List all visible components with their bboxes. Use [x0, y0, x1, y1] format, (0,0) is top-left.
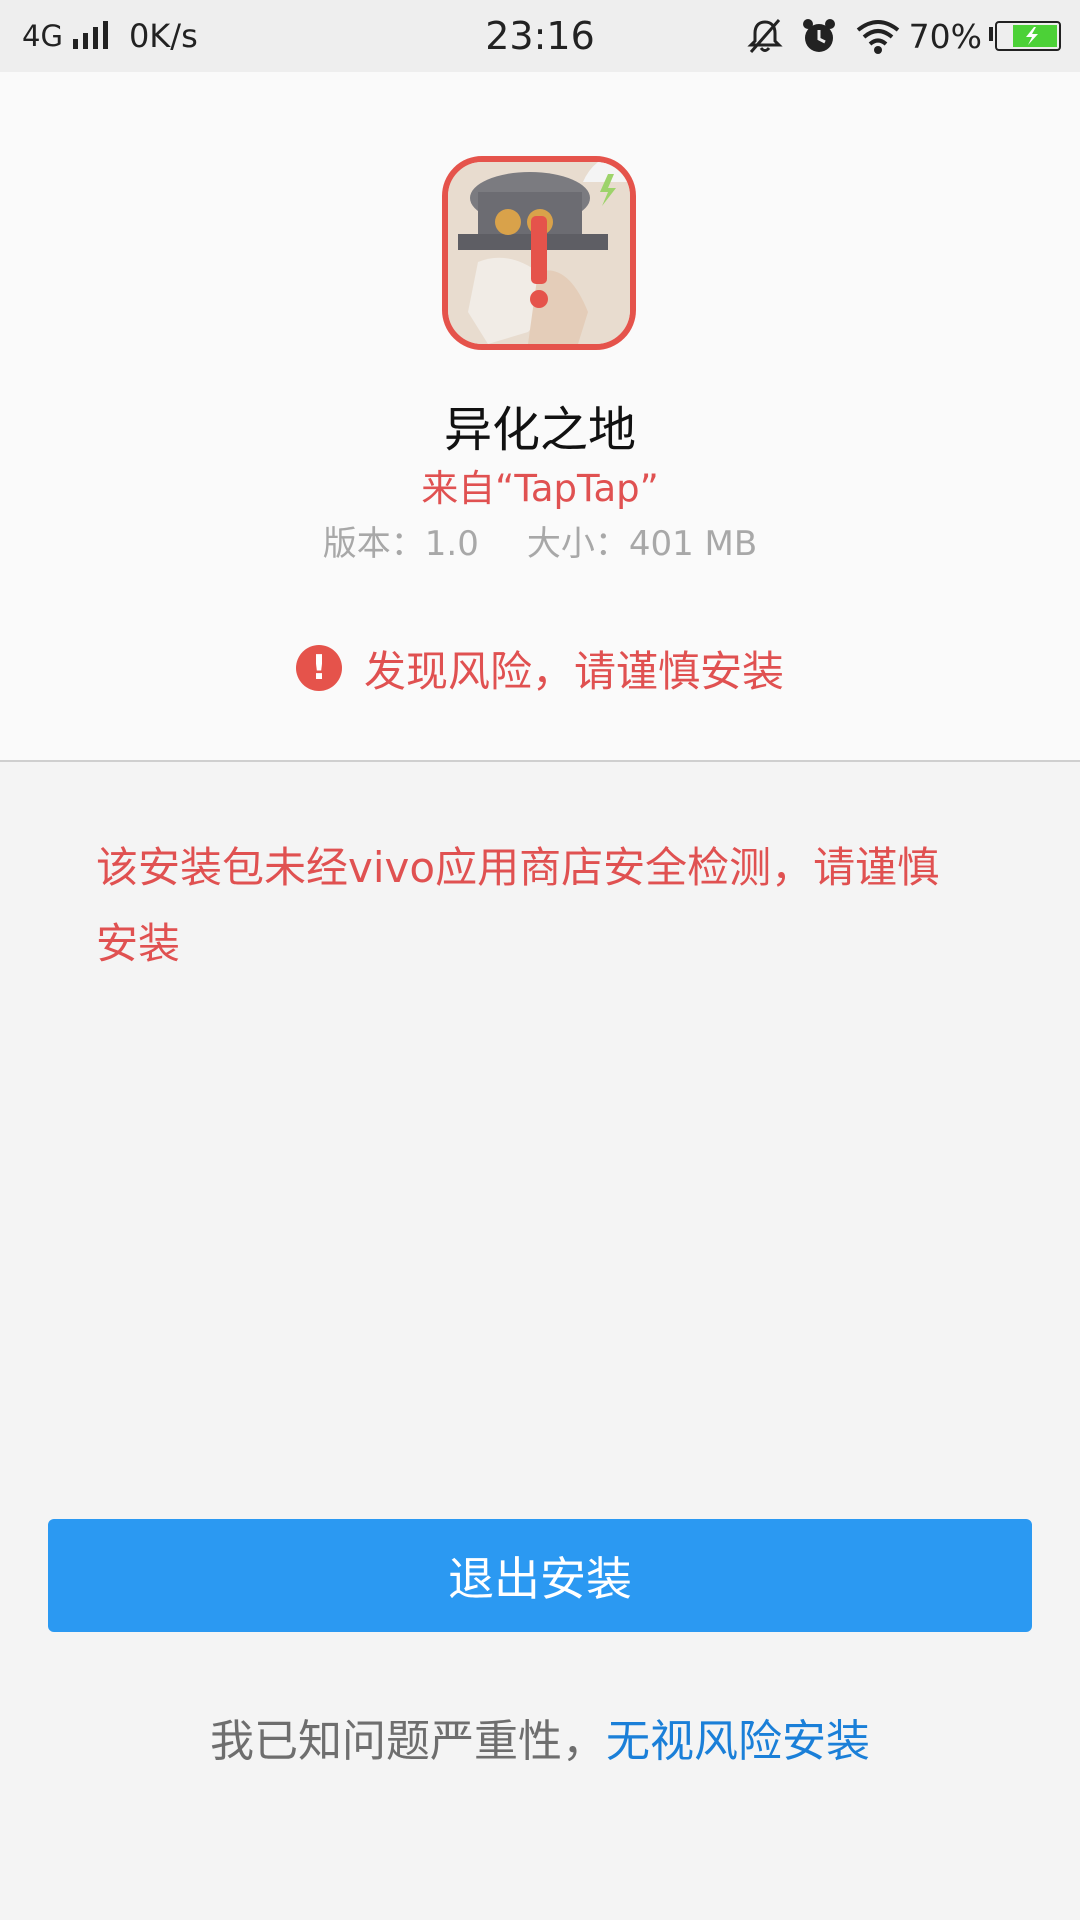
risk-text: 发现风险，请谨慎安装: [363, 646, 784, 696]
warning-message: 该安装包未经vivo应用商店安全检测，请谨慎安装: [96, 843, 940, 968]
app-icon: [442, 156, 636, 350]
exclamation-icon: !: [295, 645, 342, 691]
app-source: 来自“TapTap”: [421, 467, 659, 510]
alarm-icon: [802, 19, 835, 52]
mute-icon: [747, 19, 783, 53]
risk-warning-title: ! 发现风险，请谨慎安装: [0, 638, 1080, 698]
battery-percent: 70%: [908, 16, 982, 56]
app-size: 大小：401 MB: [526, 524, 758, 564]
exit-install-button[interactable]: 退出安装: [48, 1519, 1032, 1632]
ignore-risk-line: 我已知问题严重性，无视风险安装: [0, 1705, 1080, 1769]
wifi-icon: [856, 20, 899, 54]
ignore-risk-prefix: 我已知问题严重性，: [210, 1716, 606, 1767]
app-name: 异化之地: [443, 402, 636, 458]
status-bar: 4G 0K/s 23:16 70%: [0, 0, 1080, 72]
app-meta: 版本：1.0 大小：401 MB: [0, 516, 1080, 565]
app-version: 版本：1.0: [322, 524, 479, 564]
app-info-header: 异化之地 来自“TapTap” 版本：1.0 大小：401 MB ! 发现风险，…: [0, 72, 1080, 762]
status-right: 70%: [745, 14, 1062, 58]
ignore-risk-install-link[interactable]: 无视风险安装: [606, 1716, 870, 1767]
battery-icon: [989, 21, 1061, 51]
